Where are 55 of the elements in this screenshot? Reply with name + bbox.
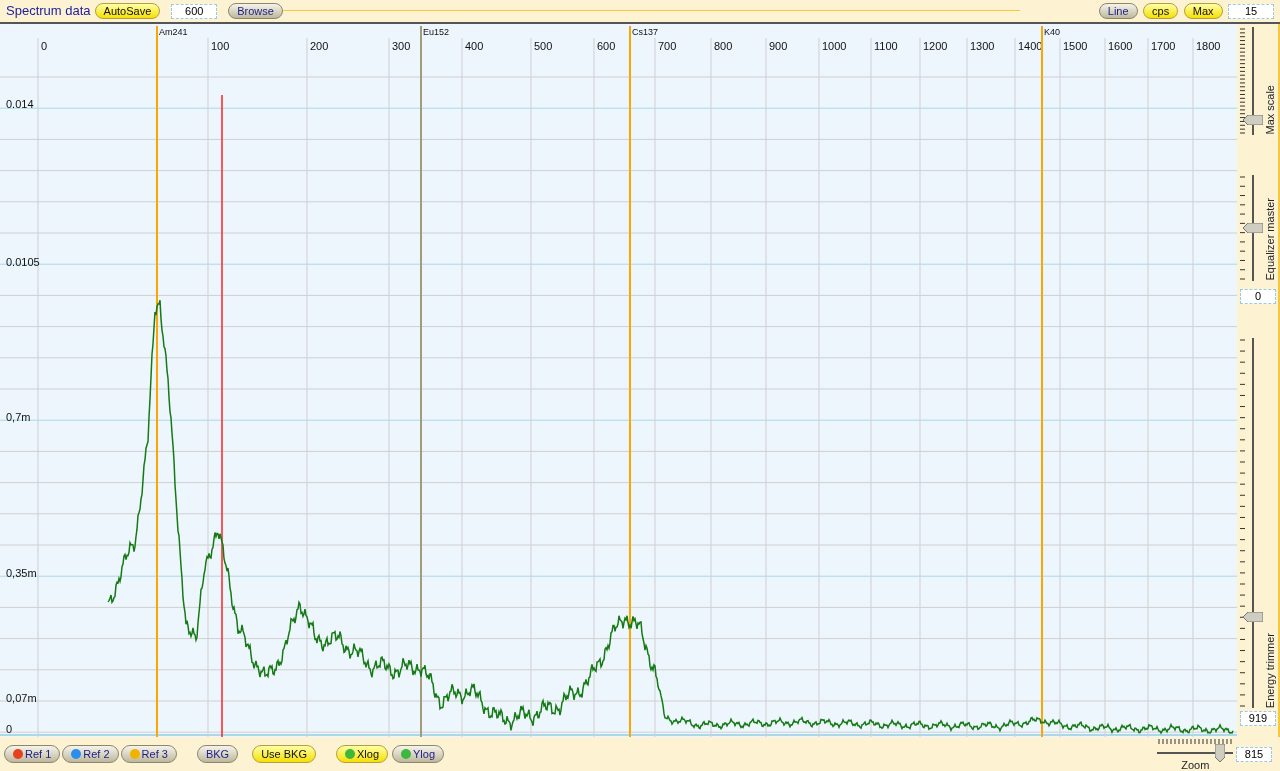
axis-label: 1000 — [822, 40, 847, 52]
axis-label: 1500 — [1063, 40, 1088, 52]
toggle-button[interactable]: cps — [1143, 3, 1179, 19]
axis-label: 1800 — [1196, 40, 1221, 52]
number-field[interactable]: 0 — [1240, 289, 1276, 304]
axis-label: 600 — [597, 40, 616, 52]
toggle-button[interactable]: Ref 3 — [120, 745, 177, 763]
number-field[interactable]: 15 — [1228, 3, 1274, 19]
slider-thumb[interactable] — [1243, 611, 1264, 622]
axis-label: 900 — [769, 40, 788, 52]
toggle-button[interactable]: Browse — [228, 3, 283, 19]
axis-label: 500 — [534, 40, 553, 52]
slider-thumb[interactable] — [1243, 115, 1264, 126]
toggle-button[interactable]: Ref 2 — [62, 745, 119, 763]
toggle-button[interactable]: Xlog — [336, 745, 388, 763]
marker-label: Am241 — [159, 27, 188, 37]
toggle-button[interactable]: BKG — [196, 745, 239, 763]
panel-title: Spectrum data — [6, 2, 91, 21]
number-field[interactable]: 815 — [1236, 746, 1272, 762]
slider-label: Energy trimmer — [1262, 632, 1277, 708]
axis-label: 100 — [211, 40, 230, 52]
number-field[interactable]: 919 — [1240, 711, 1276, 726]
slider-thumb[interactable] — [1243, 223, 1264, 233]
axis-label: 400 — [465, 40, 484, 52]
axis-label: 0 — [6, 723, 13, 735]
axis-label: 0,07m — [6, 692, 37, 704]
toggle-button[interactable]: Max — [1183, 3, 1223, 19]
slider-label: Max scale — [1262, 85, 1277, 135]
axis-label: 0 — [41, 40, 48, 52]
toggle-button[interactable]: Line — [1098, 3, 1138, 19]
axis-label: 1200 — [923, 40, 948, 52]
horizontal-slider[interactable] — [1157, 743, 1234, 760]
toggle-button[interactable]: Ylog — [392, 745, 445, 763]
axis-label: 300 — [392, 40, 411, 52]
axis-label: 0,7m — [6, 411, 31, 423]
marker-label: Cs137 — [632, 27, 658, 37]
toggle-button[interactable]: AutoSave — [94, 3, 161, 19]
axis-label: 200 — [310, 40, 329, 52]
marker-label: K40 — [1044, 27, 1060, 37]
slider-label: Equalizer master — [1262, 198, 1277, 281]
axis-label: 1700 — [1151, 40, 1176, 52]
axis-label: 1100 — [874, 40, 898, 52]
axis-label: 1600 — [1108, 40, 1133, 52]
number-field[interactable]: 600 — [171, 3, 218, 19]
axis-label: 700 — [658, 40, 677, 52]
axis-label: 800 — [714, 40, 733, 52]
axis-label: 0.0105 — [6, 256, 40, 268]
slider-thumb[interactable] — [1215, 743, 1226, 762]
axis-label: 0.014 — [6, 98, 34, 110]
marker-label: Eu152 — [423, 27, 450, 37]
axis-label: 0,35m — [6, 567, 37, 579]
toggle-button[interactable]: Ref 1 — [4, 745, 61, 763]
toggle-button[interactable]: Use BKG — [252, 745, 316, 763]
axis-label: 1300 — [970, 40, 995, 52]
slider-label: Zoom — [1181, 759, 1210, 770]
